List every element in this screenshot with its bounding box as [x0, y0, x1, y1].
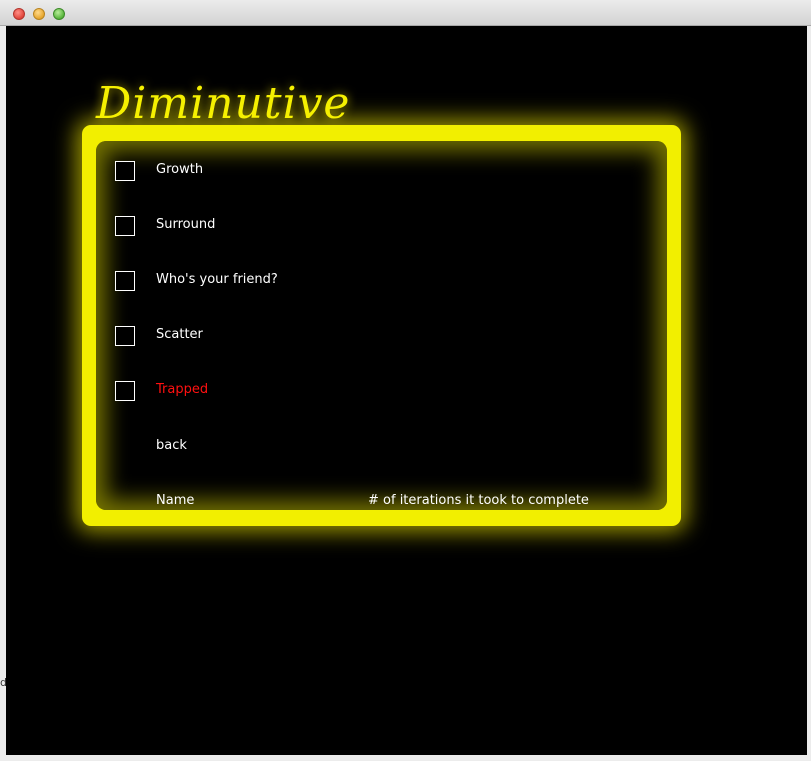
- level-label-trapped[interactable]: Trapped: [156, 382, 208, 397]
- neon-frame: [82, 125, 681, 526]
- app-window: d Diminutive Growth Surround Who's your …: [0, 0, 811, 761]
- level-label-scatter[interactable]: Scatter: [156, 327, 203, 342]
- level-panel: [96, 141, 667, 510]
- level-label-growth[interactable]: Growth: [156, 162, 203, 177]
- back-link[interactable]: back: [156, 438, 187, 453]
- level-checkbox-whos-your-friend[interactable]: [115, 271, 135, 291]
- level-label-surround[interactable]: Surround: [156, 217, 215, 232]
- title-bar[interactable]: [0, 0, 811, 26]
- close-window-button[interactable]: [13, 8, 25, 20]
- minimize-window-button[interactable]: [33, 8, 45, 20]
- app-title: Diminutive: [96, 78, 351, 129]
- level-checkbox-surround[interactable]: [115, 216, 135, 236]
- level-checkbox-trapped[interactable]: [115, 381, 135, 401]
- level-checkbox-growth[interactable]: [115, 161, 135, 181]
- table-header-iterations: # of iterations it took to complete: [368, 493, 589, 508]
- level-checkbox-scatter[interactable]: [115, 326, 135, 346]
- zoom-window-button[interactable]: [53, 8, 65, 20]
- table-header-name: Name: [156, 493, 195, 508]
- level-label-whos-your-friend[interactable]: Who's your friend?: [156, 272, 278, 287]
